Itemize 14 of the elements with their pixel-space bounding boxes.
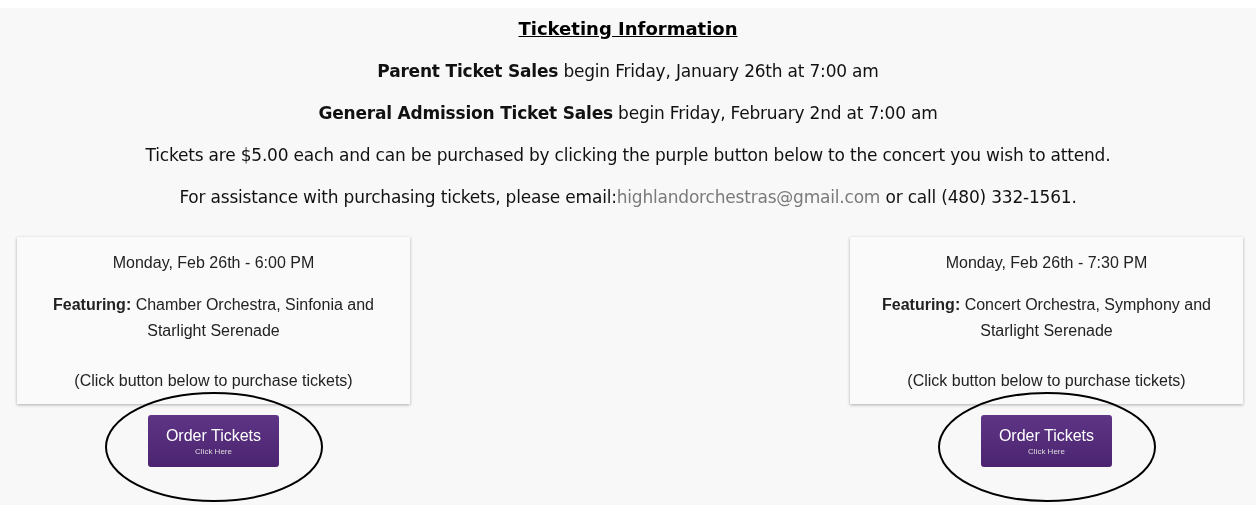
concert-date: Monday, Feb 26th - 7:30 PM <box>945 254 1148 272</box>
info-text: General Admission Ticket Sales begin Friday, February 2nd at 7:00 am <box>318 103 938 123</box>
instruction-text: (Click button below to purchase tickets) <box>74 372 353 390</box>
contact-text: For assistance with purchasing tickets, please email:highlandorchestras@gmail.com or call (480) 332-1561. <box>179 187 1077 207</box>
instruction-text: (Click button below to purchase tickets) <box>907 372 1186 390</box>
featuring-text: Featuring: Concert Orchestra, Symphony and Starlight Serenade <box>881 295 1212 341</box>
section-heading: Ticketing Information <box>518 18 738 39</box>
concert-date: Monday, Feb 26th - 6:00 PM <box>112 254 315 272</box>
email-link[interactable]: highlandorchestras@gmail.com <box>616 187 881 207</box>
order-tickets-button[interactable]: Order Tickets Click Here <box>981 415 1112 467</box>
info-text: Parent Ticket Sales begin Friday, January 26th at 7:00 am <box>377 61 879 81</box>
featuring-text: Featuring: Chamber Orchestra, Sinfonia and Starlight Serenade <box>52 295 375 341</box>
order-tickets-button[interactable]: Order Tickets Click Here <box>148 415 279 467</box>
info-text: Tickets are $5.00 each and can be purchased by clicking the purple button below to the concert you wish to attend. <box>145 145 1111 165</box>
